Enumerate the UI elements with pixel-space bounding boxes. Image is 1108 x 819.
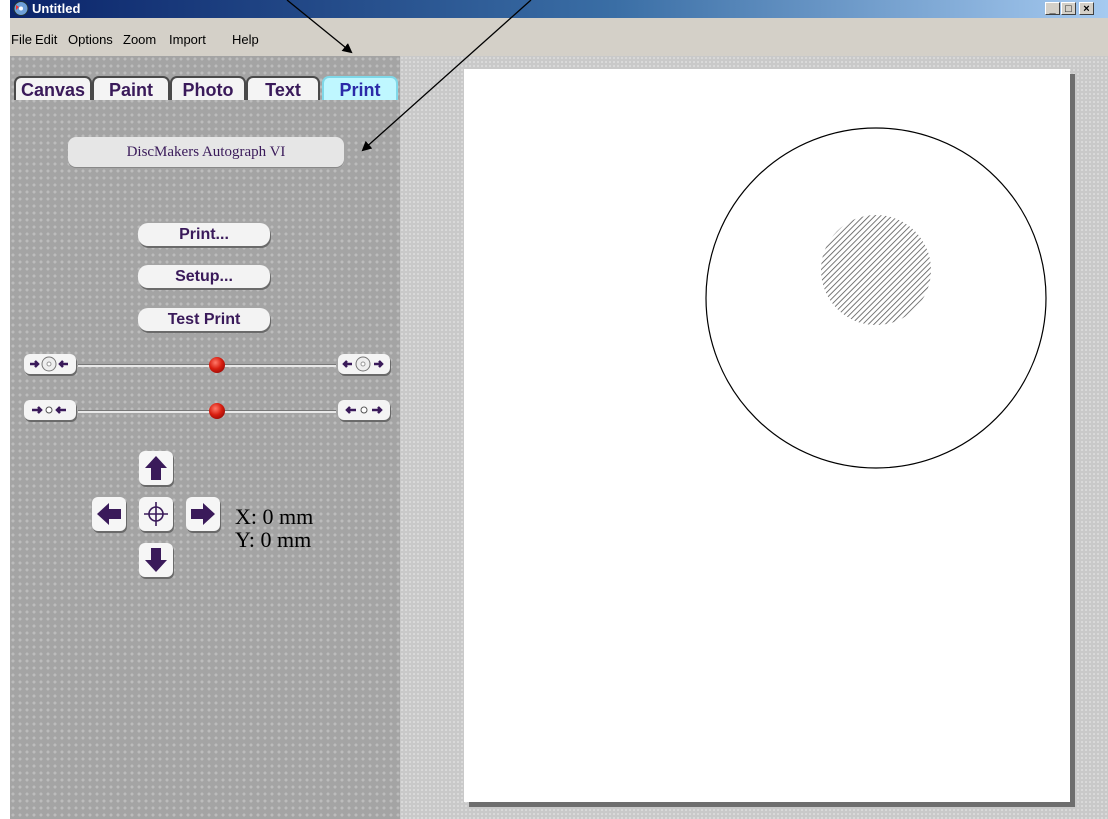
printer-name-field[interactable]: DiscMakers Autograph VI — [68, 137, 344, 167]
menu-bar: File Edit Options Zoom Import Help — [10, 18, 1108, 56]
print-button[interactable]: Print... — [138, 223, 270, 246]
canvas-area — [400, 56, 1108, 819]
disc-app-icon — [13, 1, 29, 16]
tab-canvas[interactable]: Canvas — [14, 76, 92, 100]
enlarge-disc-icon — [342, 356, 384, 372]
application-window: Untitled _ □ × File Edit Options Zoom Im… — [10, 0, 1108, 819]
enlarge-hole-button[interactable] — [338, 400, 390, 420]
close-button[interactable]: × — [1079, 2, 1094, 15]
menu-options[interactable]: Options — [68, 32, 113, 47]
menu-edit[interactable]: Edit — [35, 32, 57, 47]
disc-size-slider[interactable] — [24, 354, 390, 376]
crosshair-icon — [144, 502, 168, 526]
minimize-button[interactable]: _ — [1045, 2, 1060, 15]
menu-file[interactable]: File — [11, 32, 32, 47]
arrow-down-icon — [145, 548, 167, 572]
tab-text[interactable]: Text — [246, 76, 320, 100]
disc-preview[interactable] — [704, 126, 1048, 470]
x-position-value: X: 0 mm — [235, 504, 314, 529]
position-readout: X: 0 mm Y: 0 mm — [235, 505, 313, 551]
move-down-button[interactable] — [139, 543, 173, 577]
arrow-up-icon — [145, 456, 167, 480]
shrink-disc-icon — [30, 356, 68, 372]
arrow-left-icon — [97, 503, 121, 525]
enlarge-disc-button[interactable] — [338, 354, 390, 374]
maximize-button[interactable]: □ — [1061, 2, 1076, 15]
test-print-button[interactable]: Test Print — [138, 308, 270, 331]
hole-size-knob[interactable] — [209, 403, 225, 419]
shrink-hole-button[interactable] — [24, 400, 76, 420]
move-left-button[interactable] — [92, 497, 126, 531]
shrink-hole-icon — [32, 406, 66, 414]
hole-size-track[interactable] — [78, 410, 336, 413]
move-right-button[interactable] — [186, 497, 220, 531]
hole-size-slider[interactable] — [24, 400, 390, 422]
window-title: Untitled — [32, 1, 81, 16]
center-button[interactable] — [139, 497, 173, 531]
tab-photo[interactable]: Photo — [170, 76, 246, 100]
menu-zoom[interactable]: Zoom — [123, 32, 156, 47]
disc-center-hub — [821, 215, 931, 325]
title-bar[interactable]: Untitled _ □ × — [10, 0, 1108, 18]
setup-button[interactable]: Setup... — [138, 265, 270, 288]
y-position-value: Y: 0 mm — [235, 527, 312, 552]
disc-size-track[interactable] — [78, 364, 336, 367]
enlarge-hole-icon — [345, 406, 383, 414]
menu-import[interactable]: Import — [169, 32, 206, 47]
move-up-button[interactable] — [139, 451, 173, 485]
disc-size-knob[interactable] — [209, 357, 225, 373]
print-page[interactable] — [464, 69, 1070, 802]
shrink-disc-button[interactable] — [24, 354, 76, 374]
arrow-right-icon — [191, 503, 215, 525]
menu-help[interactable]: Help — [232, 32, 259, 47]
tab-print[interactable]: Print — [322, 76, 398, 100]
tab-paint[interactable]: Paint — [92, 76, 170, 100]
tool-panel: Canvas Paint Photo Text Print DiscMakers… — [10, 56, 400, 819]
